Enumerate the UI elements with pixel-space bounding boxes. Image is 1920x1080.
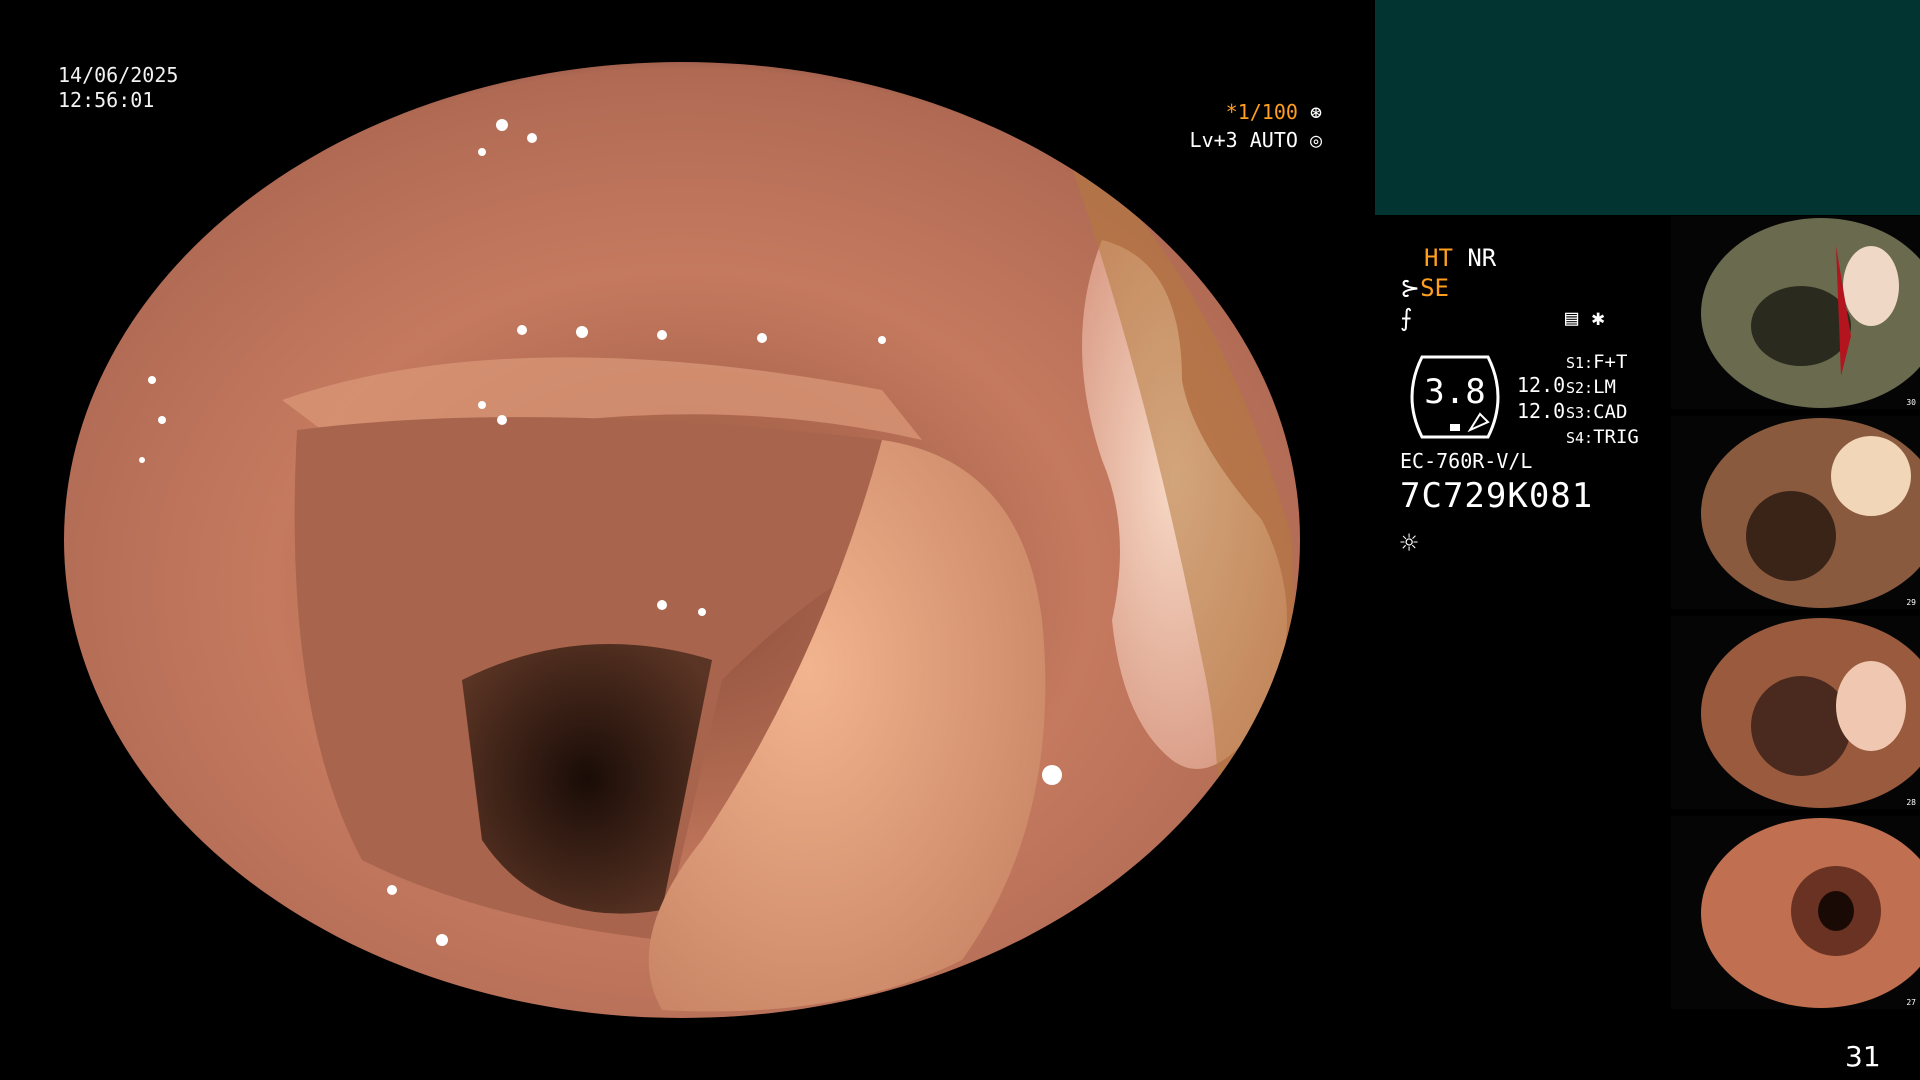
switch-4-value: TRIG [1593, 426, 1639, 448]
image-mode-row: HT NR [1400, 244, 1496, 272]
se-row: ⊱SE [1400, 274, 1449, 302]
shutter-speed-label: *1/100 [1225, 100, 1298, 124]
switch-2-value: LM [1593, 376, 1616, 398]
switch-2-label: S2: [1566, 379, 1594, 397]
level-mode-label: Lv+3 AUTO [1189, 128, 1298, 152]
value-1: 12.0 [1517, 373, 1566, 397]
status-panel [1375, 0, 1920, 215]
switch-3-label: S3: [1566, 404, 1594, 422]
switch-1-value: F+T [1593, 351, 1628, 373]
ht-label: HT [1424, 244, 1453, 272]
thumbnail-4-index: 27 [1906, 998, 1916, 1007]
date-label: 14/06/2025 [58, 63, 179, 87]
colon-image [64, 62, 1300, 1018]
freeze-icon: ⨍ [1400, 304, 1413, 332]
thumbnail-4[interactable]: 27 [1671, 816, 1920, 1009]
structure-icon: ⊱ [1400, 274, 1421, 302]
endoscopy-main-view [62, 60, 1302, 1020]
exposure-display: *1/100 ⊛ Lv+3 AUTO ◎ [1180, 98, 1322, 154]
se-label: SE [1420, 274, 1450, 302]
scope-model: EC-760R-V/L [1400, 449, 1533, 473]
light-icon: ☼ [1400, 526, 1419, 561]
datetime-display: 14/06/2025 12:56:01 [58, 63, 178, 113]
thumbnail-1-index: 30 [1906, 398, 1916, 407]
value-2: 12.0 [1517, 399, 1566, 423]
scope-serial: 7C729K081 [1400, 476, 1594, 516]
nr-label: NR [1467, 244, 1497, 272]
switch-list: S1:F+T S2:LM S3:CAD S4:TRIG [1566, 350, 1639, 450]
thumbnail-2-index: 29 [1906, 598, 1916, 607]
thumbnail-3-index: 28 [1906, 798, 1916, 807]
values-column: 12.0 12.0 [1517, 372, 1565, 424]
capture-icon: ▤ ✱ [1565, 306, 1605, 331]
time-label: 12:56:01 [58, 88, 155, 112]
switch-1-label: S1: [1566, 354, 1594, 372]
thumbnail-1[interactable]: 30 [1671, 216, 1920, 409]
page-number: 31 [1845, 1040, 1881, 1073]
switch-4-label: S4: [1566, 429, 1594, 447]
thumbnail-3[interactable]: 28 [1671, 616, 1920, 809]
thumbnail-2[interactable]: 29 [1671, 416, 1920, 609]
auto-icon: ◎ [1309, 128, 1322, 152]
shutter-icon: ⊛ [1309, 100, 1322, 124]
gauge-value: 3.8 [1424, 372, 1486, 412]
switch-3-value: CAD [1593, 401, 1628, 423]
